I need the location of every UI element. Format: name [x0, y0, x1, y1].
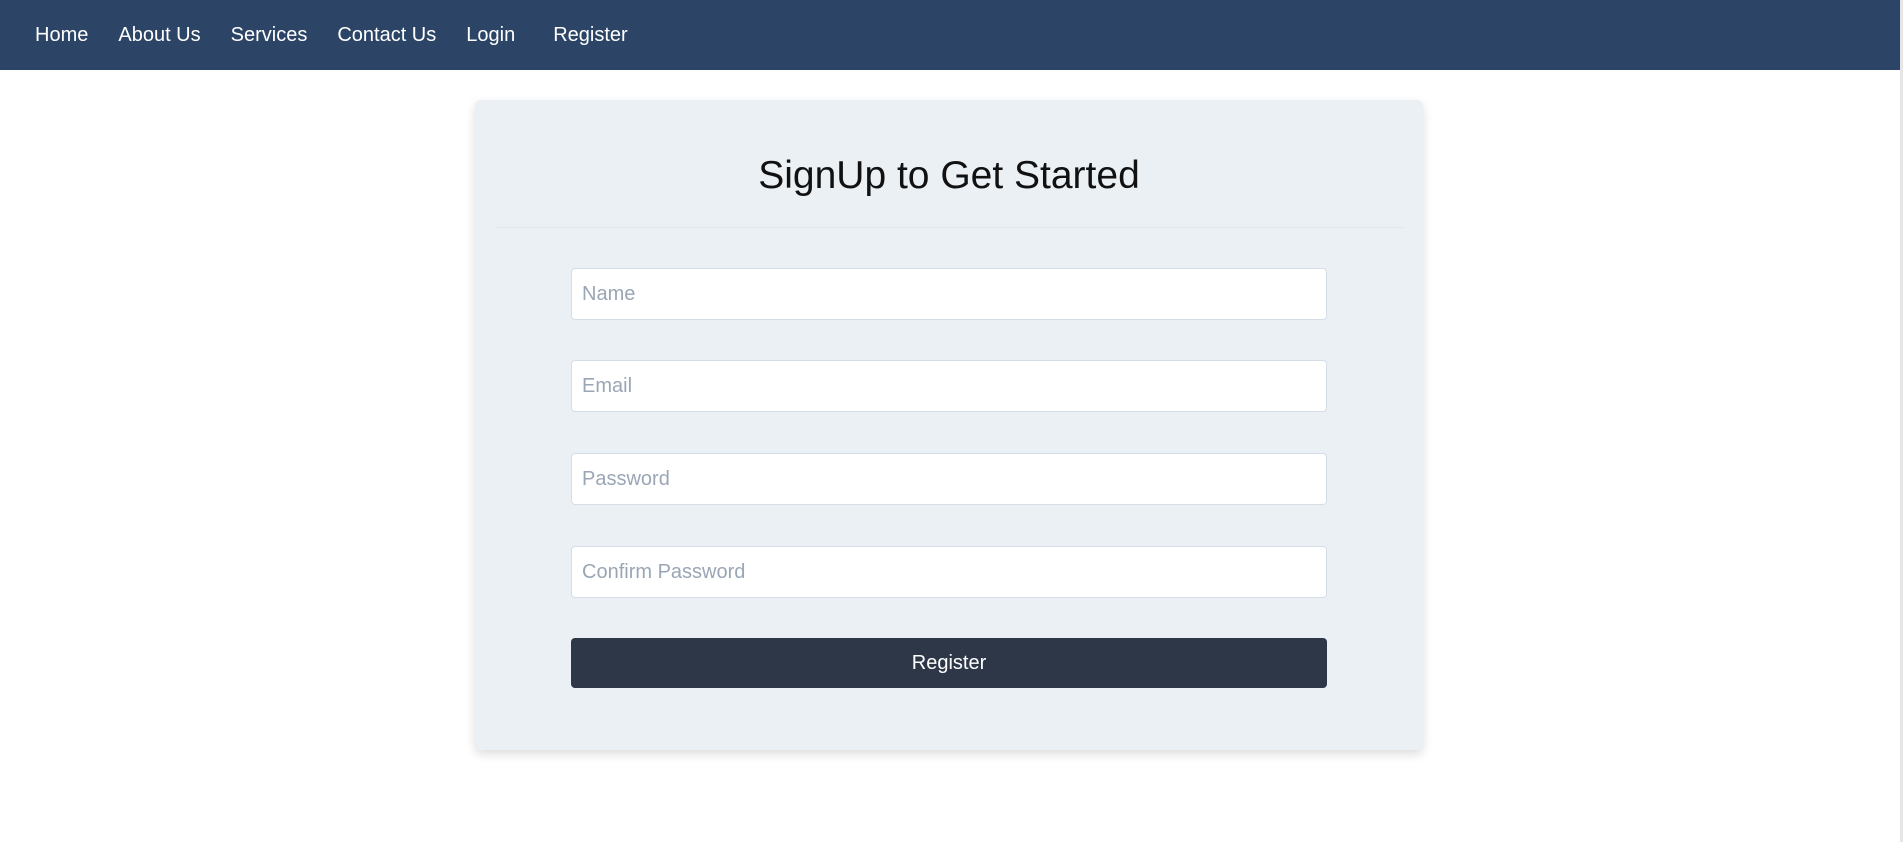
nav-link-login[interactable]: Login [466, 24, 515, 47]
name-input[interactable] [571, 268, 1327, 320]
nav-link-contact-us[interactable]: Contact Us [337, 24, 436, 47]
signup-card: SignUp to Get Started Register [475, 100, 1423, 750]
password-input[interactable] [571, 453, 1327, 505]
card-header: SignUp to Get Started [495, 100, 1403, 228]
page-title: SignUp to Get Started [758, 153, 1140, 197]
nav-link-services[interactable]: Services [231, 24, 308, 47]
confirm-password-input[interactable] [571, 546, 1327, 598]
nav-link-about-us[interactable]: About Us [118, 24, 200, 47]
register-button[interactable]: Register [571, 638, 1327, 688]
top-navbar: Home About Us Services Contact Us Login … [0, 0, 1900, 70]
email-input[interactable] [571, 360, 1327, 412]
nav-link-home[interactable]: Home [35, 24, 88, 47]
nav-link-register[interactable]: Register [553, 24, 627, 47]
